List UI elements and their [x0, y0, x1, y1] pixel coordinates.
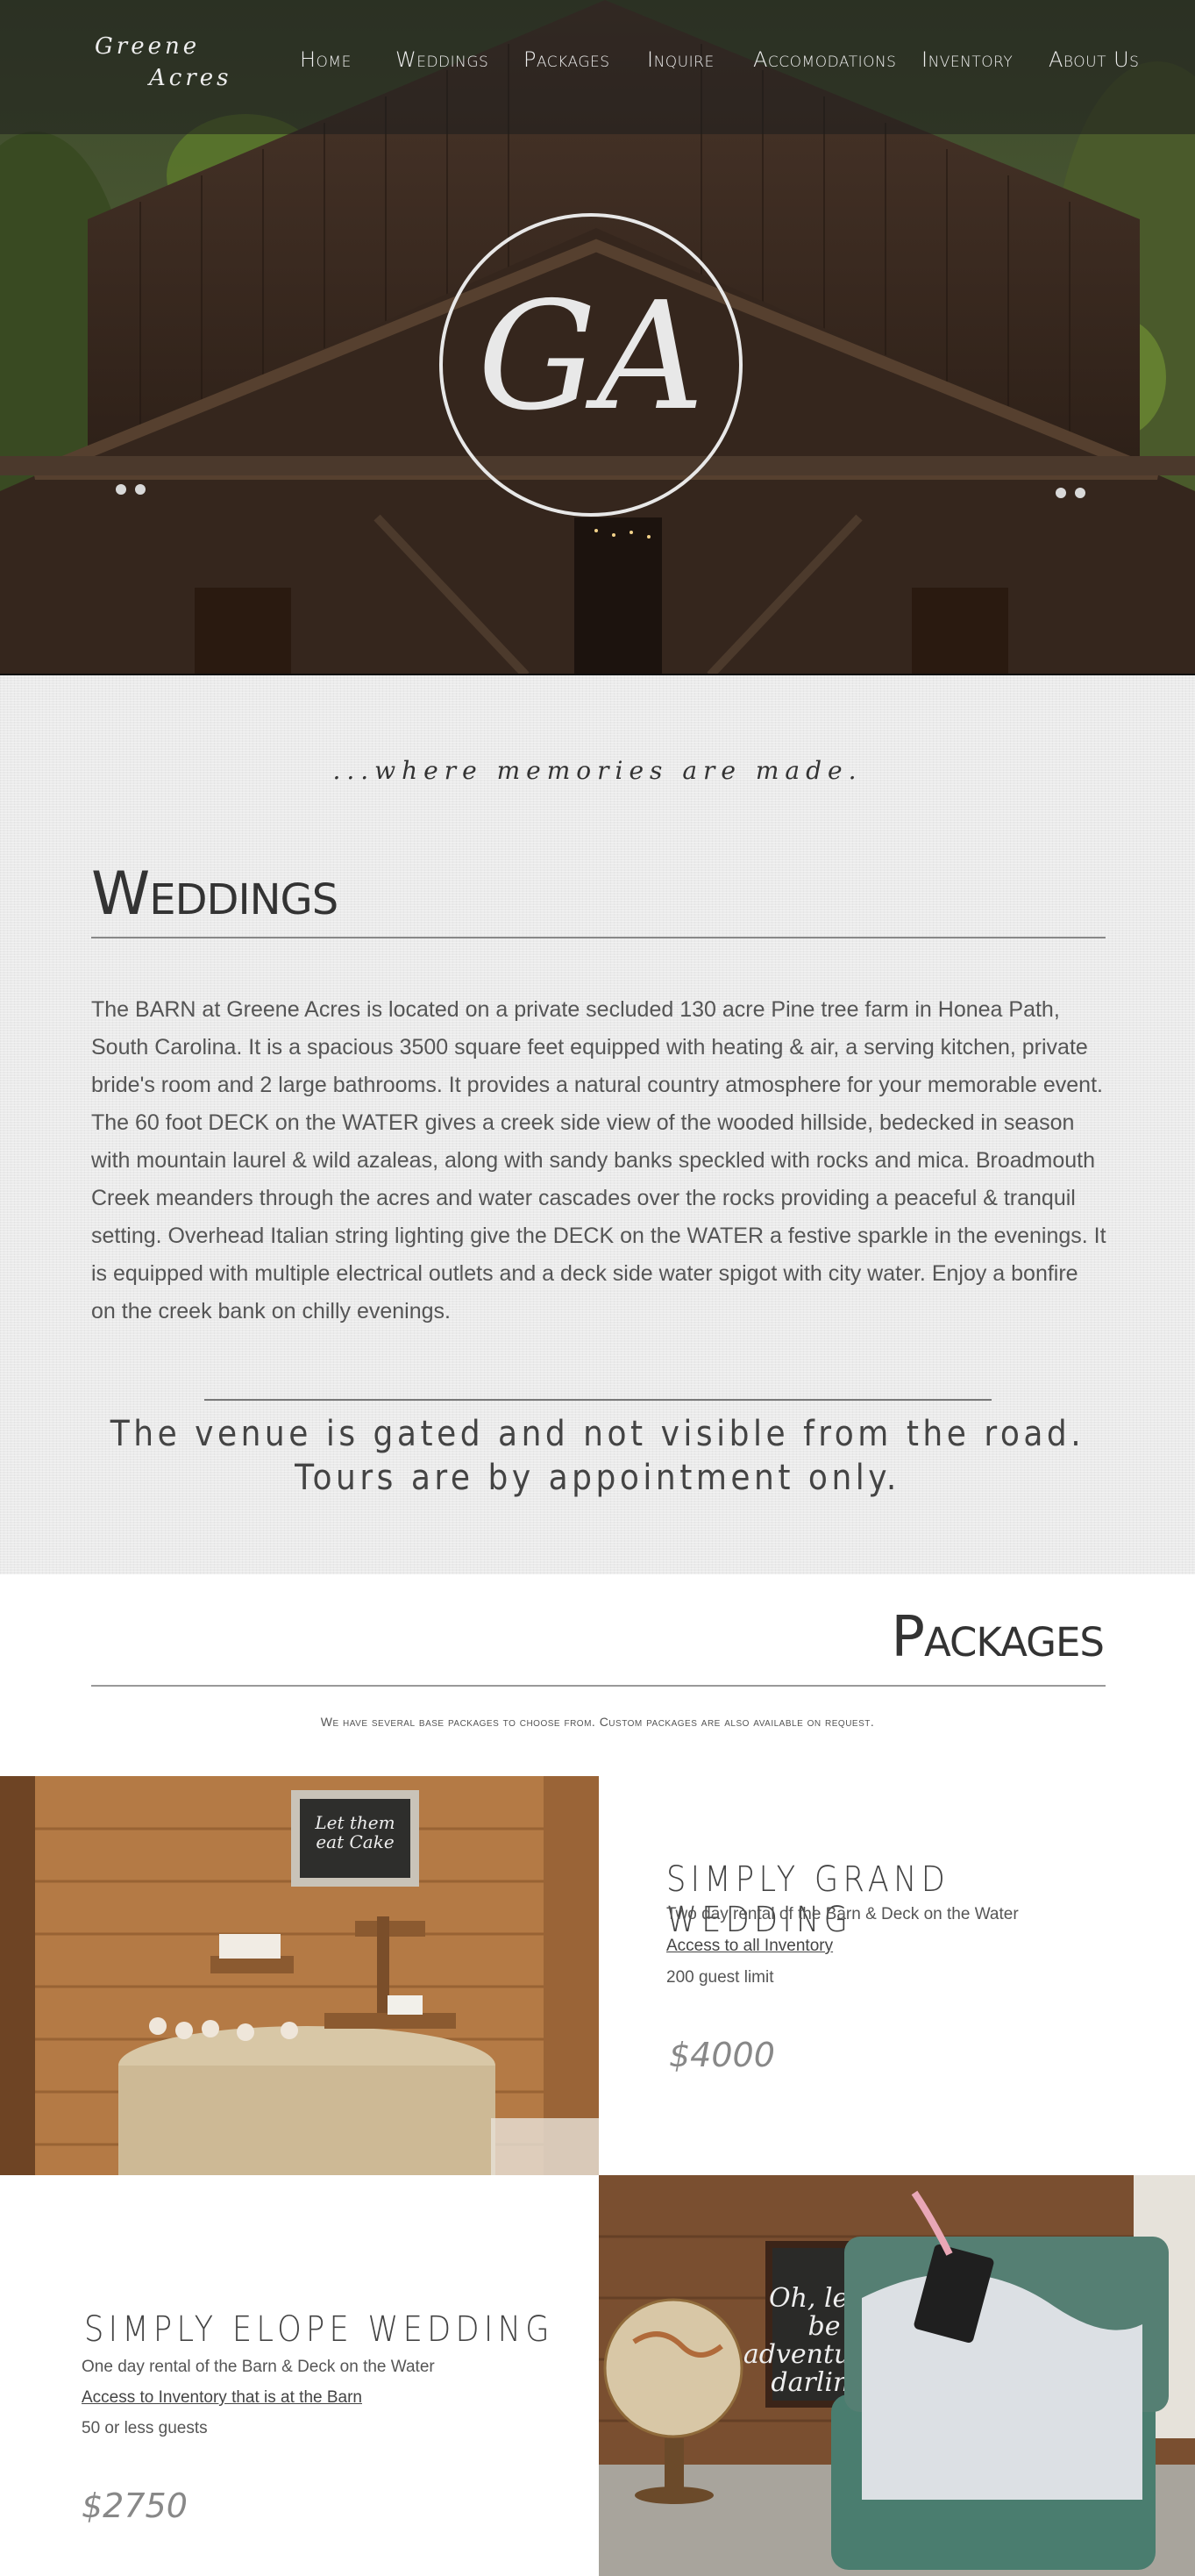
navbar: Greene Acres Home Weddings Packages Inqu… [0, 0, 1195, 134]
nav-weddings[interactable]: Weddings [395, 47, 488, 72]
chalkboard-sign-text: Let them eat Cake [314, 1812, 395, 1852]
nav-accomodations[interactable]: Accomodations [753, 47, 896, 72]
package-2-line-1: One day rental of the Barn & Deck on the… [82, 2358, 435, 2376]
nav-inventory[interactable]: Inventory [921, 47, 1013, 72]
gated-divider [204, 1399, 992, 1401]
packages-section: Packages We have several base packages t… [0, 1574, 1195, 2576]
monogram-text: GA [478, 270, 705, 444]
package-1-price: $4000 [669, 2036, 775, 2074]
nav-inquire[interactable]: Inquire [647, 47, 715, 72]
cake-table-photo: Let them eat Cake [0, 1776, 599, 2175]
package-1-line-1: Two day rental of the Barn & Deck on the… [666, 1905, 1019, 1923]
tagline: ...where memories are made. [332, 756, 863, 785]
weddings-description: The BARN at Greene Acres is located on a… [91, 997, 1106, 1324]
weddings-section: ...where memories are made. Weddings The… [0, 675, 1195, 1574]
nav-packages[interactable]: Packages [523, 47, 610, 72]
package-1-inventory-link[interactable]: Access to all Inventory [666, 1937, 833, 1955]
weddings-title: Weddings [91, 860, 338, 929]
package-2-line-3: 50 or less guests [82, 2419, 208, 2437]
nav-about-us[interactable]: About Us [1049, 47, 1139, 72]
package-1-name: SIMPLY GRAND WEDDING [666, 1859, 950, 1940]
packages-divider [91, 1685, 1106, 1687]
packages-subtitle: We have several base packages to choose … [320, 1715, 875, 1729]
hero-banner: GA Greene Acres Home Weddings Packages I… [0, 0, 1195, 675]
packages-title: Packages [891, 1605, 1105, 1670]
package-1-line-3: 200 guest limit [666, 1968, 774, 1987]
adventure-suitcase-photo: Oh, let's be adventurers darling! [599, 2175, 1195, 2576]
weddings-divider [91, 937, 1106, 938]
main-nav: Home Weddings Packages Inquire Accomodat… [0, 47, 1195, 79]
gated-notice-line2: Tours are by appointment only. [295, 1458, 900, 1498]
gated-notice-line1: The venue is gated and not visible from … [110, 1414, 1085, 1454]
nav-home[interactable]: Home [300, 47, 352, 72]
monogram-logo: GA [439, 213, 743, 517]
package-2-name: SIMPLY ELOPE WEDDING [84, 2309, 554, 2350]
package-2-price: $2750 [82, 2487, 188, 2525]
package-2-inventory-link[interactable]: Access to Inventory that is at the Barn [82, 2388, 362, 2407]
